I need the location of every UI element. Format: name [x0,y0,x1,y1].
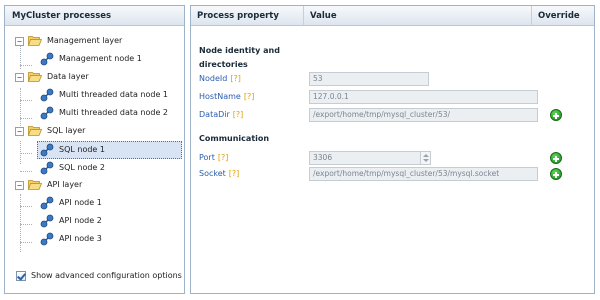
override-add-icon[interactable] [550,152,562,164]
property-name-hostname[interactable]: HostName [?] [199,90,254,104]
process-node-icon [40,106,54,120]
property-label: NodeId [199,74,228,83]
help-marker[interactable]: [?] [233,110,244,119]
collapse-toggle[interactable]: − [15,37,24,46]
column-header-property: Process property [197,11,279,21]
folder-open-icon [28,126,42,136]
property-name-port[interactable]: Port [?] [199,151,228,165]
property-label: Socket [199,169,226,178]
tree-folder-label: SQL layer [47,126,86,135]
advanced-options-checkbox[interactable] [16,271,26,281]
process-node-icon [40,143,54,157]
help-marker[interactable]: [?] [230,74,241,83]
value-field-datadir[interactable]: /export/home/tmp/mysql_cluster/53/ [309,108,538,122]
process-node-icon [40,232,54,246]
port-value-text: 3306 [313,153,333,162]
collapse-toggle[interactable]: − [15,181,24,190]
tree-node-label: API node 1 [59,198,102,207]
section-title-communication: Communication [199,134,270,143]
folder-open-icon [28,180,42,190]
property-name-nodeid[interactable]: NodeId [?] [199,72,241,86]
help-marker[interactable]: [?] [218,153,229,162]
value-field-port[interactable]: 3306 [309,151,431,165]
tree-node-label: Multi threaded data node 1 [59,90,169,99]
advanced-options-label: Show advanced configuration options [31,271,182,280]
process-node-icon [40,161,54,175]
collapse-toggle[interactable]: − [15,127,24,136]
tree-node-label: Management node 1 [59,54,142,63]
property-name-datadir[interactable]: DataDir [?] [199,108,243,122]
process-node-icon [40,88,54,102]
tree-node-label: SQL node 1 [59,145,105,154]
override-add-icon[interactable] [550,168,562,180]
collapse-toggle[interactable]: − [15,73,24,82]
property-name-socket[interactable]: Socket [?] [199,167,239,181]
tree-folder-label: Data layer [47,72,89,81]
tree-node-label: Multi threaded data node 2 [59,108,169,117]
port-spinner[interactable] [420,152,430,164]
value-field-nodeid[interactable]: 53 [309,72,429,86]
processes-panel: MyCluster processes − Management layer M… [4,5,185,294]
column-header-override: Override [531,6,596,26]
property-label: HostName [199,92,241,101]
properties-panel: Process property Value Override Node ide… [190,5,595,294]
process-node-icon [40,196,54,210]
tree-folder-label: API layer [47,180,83,189]
tree-node-label: API node 3 [59,234,102,243]
tree-folder-label: Management layer [47,36,123,45]
value-field-hostname[interactable]: 127.0.0.1 [309,90,538,104]
property-label: DataDir [199,110,230,119]
section-title-node-identity: Node identity and directories [199,46,280,69]
folder-open-icon [28,72,42,82]
properties-table-header: Process property Value Override [191,6,594,26]
value-field-socket[interactable]: /export/home/tmp/mysql_cluster/53/mysql.… [309,167,538,181]
process-node-icon [40,52,54,66]
help-marker[interactable]: [?] [244,92,255,101]
property-label: Port [199,153,215,162]
help-marker[interactable]: [?] [229,169,240,178]
tree-node-label: SQL node 2 [59,163,105,172]
folder-open-icon [28,36,42,46]
processes-panel-title: MyCluster processes [5,6,184,26]
override-add-icon[interactable] [550,109,562,121]
tree-node-label: API node 2 [59,216,102,225]
column-header-value: Value [303,6,531,26]
process-node-icon [40,214,54,228]
